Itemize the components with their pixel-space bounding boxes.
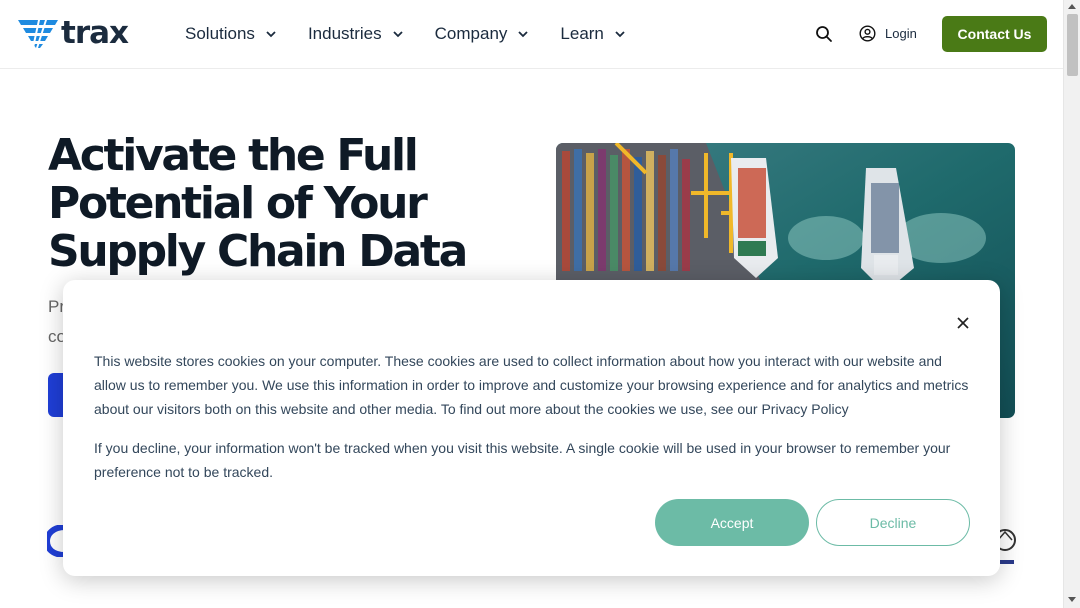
nav-item-learn[interactable]: Learn xyxy=(560,22,625,46)
chevron-down-icon xyxy=(393,30,403,37)
container-rows xyxy=(562,149,690,271)
trax-logo-icon xyxy=(18,20,58,48)
trax-logo[interactable]: trax xyxy=(18,15,129,51)
chevron-down-icon xyxy=(266,30,276,37)
cookie-decline-text: If you decline, your information won't b… xyxy=(94,440,951,480)
login-label: Login xyxy=(885,26,917,41)
contact-us-button[interactable]: Contact Us xyxy=(942,16,1047,52)
cookie-consent-modal: This website stores cookies on your comp… xyxy=(63,280,1000,576)
chevron-down-icon xyxy=(518,30,529,37)
main-nav: Solutions Industries Company Learn xyxy=(185,22,657,46)
hero-title: Activate the Full Potential of Your Supp… xyxy=(48,132,508,276)
scroll-down-arrow[interactable] xyxy=(1068,597,1076,602)
scroll-up-arrow[interactable] xyxy=(1068,4,1076,9)
search-icon[interactable] xyxy=(815,25,833,43)
nav-item-industries[interactable]: Industries xyxy=(308,22,403,46)
nav-item-label: Learn xyxy=(560,24,604,43)
scroll-thumb[interactable] xyxy=(1067,14,1078,76)
nav-item-label: Industries xyxy=(307,24,382,43)
nav-item-solutions[interactable]: Solutions xyxy=(185,22,276,46)
cookie-notice-text: This website stores cookies on your comp… xyxy=(94,353,969,417)
hero-title-line: Supply Chain Data xyxy=(48,226,468,277)
nav-item-label: Company xyxy=(434,24,508,43)
nav-item-label: Solutions xyxy=(185,24,255,43)
close-icon[interactable] xyxy=(956,316,970,330)
nav-item-company[interactable]: Company xyxy=(435,22,529,46)
accept-button[interactable]: Accept xyxy=(655,499,809,546)
page-scrollbar[interactable] xyxy=(1063,0,1080,608)
login-link[interactable]: Login xyxy=(859,25,917,42)
chevron-down-icon xyxy=(615,30,625,37)
hero-title-line: Potential of Your xyxy=(48,178,428,229)
logo-text: trax xyxy=(61,15,129,51)
site-header: trax Solutions Industries Company Learn … xyxy=(0,0,1063,69)
user-circle-icon xyxy=(859,25,876,42)
hero-title-line: Activate the Full xyxy=(48,130,419,181)
decline-button[interactable]: Decline xyxy=(816,499,970,546)
